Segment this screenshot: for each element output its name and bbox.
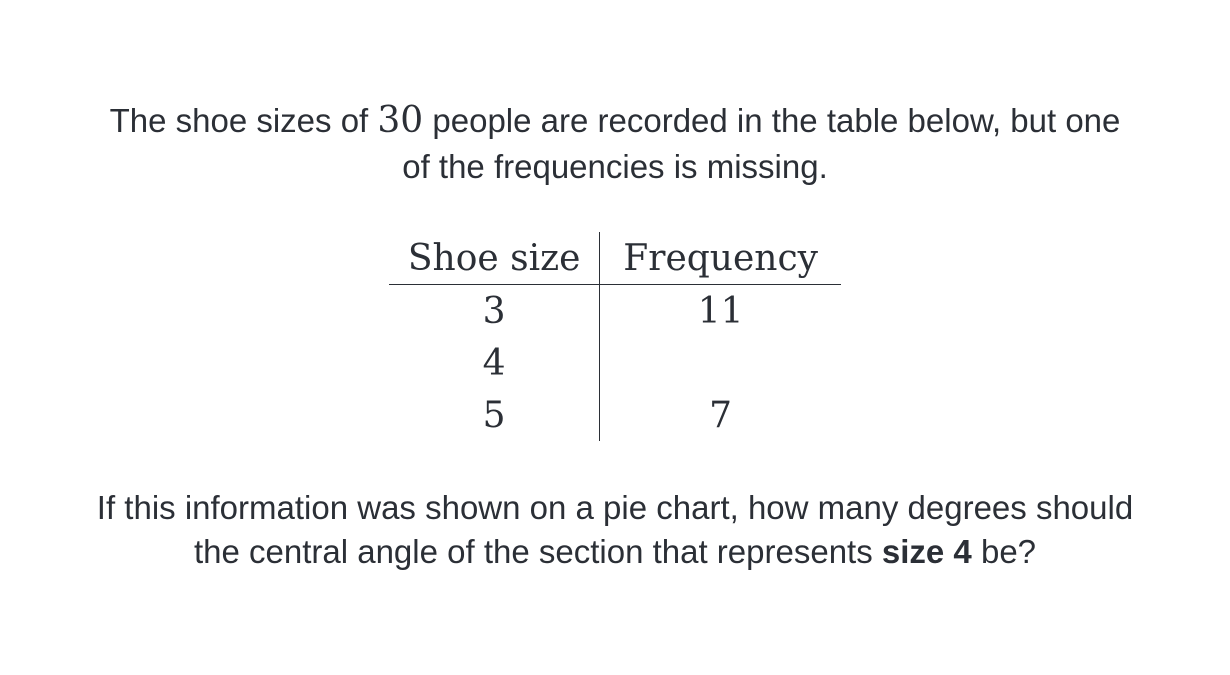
header-frequency: Frequency [599,232,841,285]
prompt-line-1: If this information was shown on a pie c… [96,489,1134,526]
prompt-text-before: the central angle of the section that re… [193,533,882,570]
frequency-table: Shoe size Frequency 3 11 4 5 7 [389,232,841,441]
cell-frequency-missing [600,337,841,389]
intro-text-after: people are recorded in the table below, … [423,102,1121,139]
table-header-row: Shoe size Frequency [389,232,841,285]
cell-size: 3 [389,284,601,337]
table-row: 3 11 [389,284,841,337]
header-shoe-size: Shoe size [389,232,601,285]
cell-size: 4 [389,337,601,389]
table-row: 5 7 [389,389,841,441]
cell-frequency: 11 [697,290,744,332]
table-row: 4 [389,337,841,389]
prompt-line-2: the central angle of the section that re… [0,530,1230,574]
intro-line-2: of the frequencies is missing. [402,148,828,185]
cell-size: 5 [389,389,601,441]
total-people-number: 30 [377,100,424,141]
cell-frequency: 7 [709,394,733,436]
frequency-table-container: Shoe size Frequency 3 11 4 5 7 [389,232,841,441]
intro-text-before: The shoe sizes of [109,102,378,139]
prompt-text-after: be? [971,533,1037,570]
intro-line-1: The shoe sizes of 30 people are recorded… [0,98,1230,144]
prompt-emphasis: size 4 [881,533,972,570]
question-intro: The shoe sizes of 30 people are recorded… [0,98,1230,190]
question-prompt: If this information was shown on a pie c… [0,486,1230,574]
